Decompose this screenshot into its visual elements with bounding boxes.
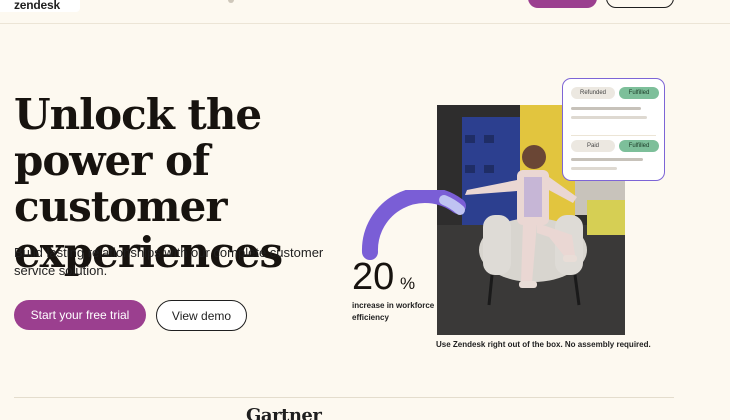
- header-primary-button[interactable]: [528, 0, 597, 8]
- stat-number: 20: [352, 256, 395, 298]
- logo-text: zendesk: [14, 0, 60, 12]
- status-row: Paid Fulfilled: [571, 140, 659, 186]
- efficiency-arc-graphic: [361, 190, 466, 260]
- gartner-logo: Gartner: [246, 405, 322, 420]
- order-status-card: Refunded Fulfilled Paid Fulfilled: [562, 78, 665, 181]
- zendesk-logo[interactable]: zendesk: [0, 0, 80, 12]
- text-line-placeholder: [571, 158, 643, 161]
- hero-caption: Use Zendesk right out of the box. No ass…: [436, 340, 651, 349]
- status-row: Refunded Fulfilled: [571, 87, 659, 133]
- header-secondary-button[interactable]: [606, 0, 674, 8]
- stat-label: increase in workforce efficiency: [352, 301, 435, 322]
- fulfilled-badge: Fulfilled: [619, 87, 659, 99]
- start-free-trial-button[interactable]: Start your free trial: [14, 300, 146, 330]
- section-divider: [14, 397, 674, 398]
- status-pill-refunded: Refunded: [571, 87, 615, 99]
- nav-menu-indicator[interactable]: [228, 0, 234, 3]
- card-divider: [571, 135, 656, 136]
- text-line-placeholder: [571, 167, 617, 170]
- text-line-placeholder: [571, 107, 641, 110]
- status-pill-paid: Paid: [571, 140, 615, 152]
- text-line-placeholder: [571, 116, 647, 119]
- view-demo-button[interactable]: View demo: [156, 300, 247, 331]
- hero-subheadline: Build lasting relationships with our com…: [14, 245, 324, 278]
- top-navigation-bar: zendesk: [0, 0, 730, 24]
- fulfilled-badge: Fulfilled: [619, 140, 659, 152]
- stat-unit: %: [400, 274, 416, 293]
